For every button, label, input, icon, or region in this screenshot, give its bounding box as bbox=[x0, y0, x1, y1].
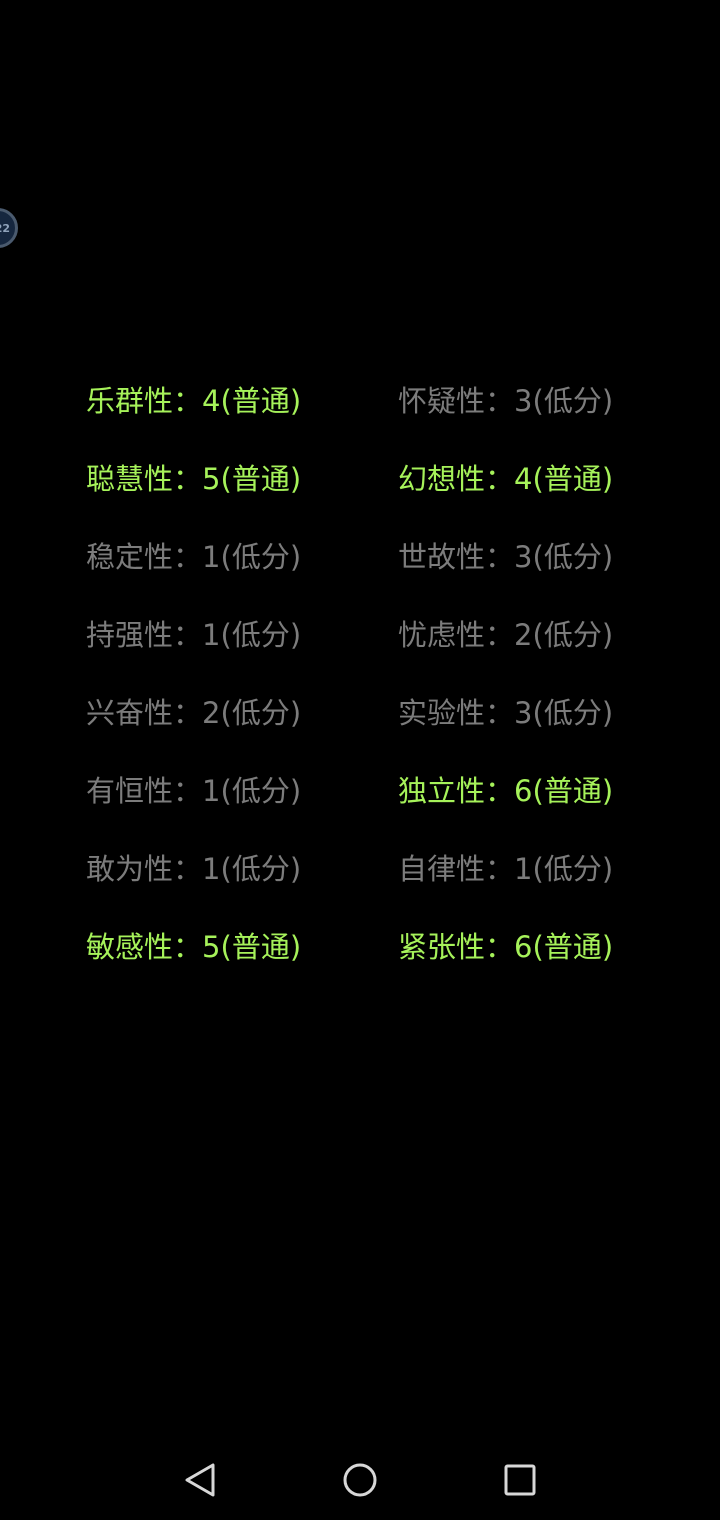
trait-score: 6 bbox=[514, 774, 533, 808]
trait-separator: ： bbox=[173, 774, 203, 808]
trait-item: 乐群性：4(普通) bbox=[86, 384, 302, 418]
trait-name: 聪慧性 bbox=[86, 462, 174, 496]
trait-item: 自律性：1(低分) bbox=[398, 852, 614, 886]
trait-score: 3 bbox=[514, 696, 533, 730]
trait-name: 实验性 bbox=[398, 696, 486, 730]
trait-item: 聪慧性：5(普通) bbox=[86, 462, 302, 496]
trait-item: 幻想性：4(普通) bbox=[398, 462, 614, 496]
back-icon bbox=[185, 1463, 215, 1497]
trait-separator: ： bbox=[173, 540, 203, 574]
trait-separator: ： bbox=[485, 540, 515, 574]
trait-name: 独立性 bbox=[398, 774, 486, 808]
trait-separator: ： bbox=[173, 852, 203, 886]
trait-separator: ： bbox=[173, 696, 203, 730]
trait-item: 怀疑性：3(低分) bbox=[398, 384, 614, 418]
trait-separator: ： bbox=[485, 930, 515, 964]
trait-score: 3 bbox=[514, 540, 533, 574]
floating-bubble[interactable]: 22 bbox=[0, 208, 18, 248]
trait-level: 普通 bbox=[543, 930, 602, 964]
trait-score: 5 bbox=[202, 930, 221, 964]
trait-separator: ： bbox=[173, 384, 203, 418]
trait-item: 敢为性：1(低分) bbox=[86, 852, 302, 886]
trait-score: 1 bbox=[202, 540, 221, 574]
trait-name: 敏感性 bbox=[86, 930, 174, 964]
back-button[interactable] bbox=[180, 1460, 220, 1500]
trait-score: 5 bbox=[202, 462, 221, 496]
trait-name: 稳定性 bbox=[86, 540, 174, 574]
trait-item: 独立性：6(普通) bbox=[398, 774, 614, 808]
trait-separator: ： bbox=[485, 384, 515, 418]
trait-name: 兴奋性 bbox=[86, 696, 174, 730]
trait-level: 低分 bbox=[543, 618, 602, 652]
trait-level: 低分 bbox=[543, 384, 602, 418]
trait-level: 低分 bbox=[231, 852, 290, 886]
trait-score: 1 bbox=[202, 852, 221, 886]
system-navigation-bar bbox=[0, 1440, 720, 1520]
home-icon bbox=[343, 1463, 377, 1497]
trait-item: 忧虑性：2(低分) bbox=[398, 618, 614, 652]
trait-level: 低分 bbox=[231, 618, 290, 652]
trait-item: 紧张性：6(普通) bbox=[398, 930, 614, 964]
trait-score: 3 bbox=[514, 384, 533, 418]
trait-score: 2 bbox=[202, 696, 221, 730]
trait-item: 稳定性：1(低分) bbox=[86, 540, 302, 574]
trait-item: 敏感性：5(普通) bbox=[86, 930, 302, 964]
trait-separator: ： bbox=[173, 930, 203, 964]
bubble-label: 22 bbox=[0, 221, 10, 235]
trait-score: 1 bbox=[202, 774, 221, 808]
trait-score: 4 bbox=[202, 384, 221, 418]
trait-item: 实验性：3(低分) bbox=[398, 696, 614, 730]
trait-separator: ： bbox=[173, 618, 203, 652]
trait-name: 忧虑性 bbox=[398, 618, 486, 652]
trait-item: 兴奋性：2(低分) bbox=[86, 696, 302, 730]
trait-separator: ： bbox=[173, 462, 203, 496]
trait-name: 幻想性 bbox=[398, 462, 486, 496]
trait-name: 自律性 bbox=[398, 852, 486, 886]
trait-level: 普通 bbox=[231, 384, 290, 418]
trait-separator: ： bbox=[485, 774, 515, 808]
trait-score: 4 bbox=[514, 462, 533, 496]
trait-name: 怀疑性 bbox=[398, 384, 486, 418]
trait-score: 6 bbox=[514, 930, 533, 964]
trait-name: 敢为性 bbox=[86, 852, 174, 886]
trait-separator: ： bbox=[485, 618, 515, 652]
trait-name: 乐群性 bbox=[86, 384, 174, 418]
trait-item: 世故性：3(低分) bbox=[398, 540, 614, 574]
trait-name: 有恒性 bbox=[86, 774, 174, 808]
trait-level: 低分 bbox=[543, 852, 602, 886]
trait-score: 1 bbox=[202, 618, 221, 652]
trait-score: 1 bbox=[514, 852, 533, 886]
trait-level: 低分 bbox=[231, 540, 290, 574]
trait-level: 低分 bbox=[543, 696, 602, 730]
trait-level: 普通 bbox=[543, 774, 602, 808]
trait-item: 有恒性：1(低分) bbox=[86, 774, 302, 808]
trait-level: 低分 bbox=[231, 696, 290, 730]
trait-separator: ： bbox=[485, 696, 515, 730]
home-button[interactable] bbox=[340, 1460, 380, 1500]
trait-level: 普通 bbox=[231, 930, 290, 964]
trait-separator: ： bbox=[485, 852, 515, 886]
trait-score: 2 bbox=[514, 618, 533, 652]
trait-level: 普通 bbox=[543, 462, 602, 496]
trait-separator: ： bbox=[485, 462, 515, 496]
trait-level: 低分 bbox=[231, 774, 290, 808]
trait-name: 世故性 bbox=[398, 540, 486, 574]
screen: 22 乐群性：4(普通)怀疑性：3(低分)聪慧性：5(普通)幻想性：4(普通)稳… bbox=[0, 0, 720, 1520]
trait-item: 持强性：1(低分) bbox=[86, 618, 302, 652]
recents-button[interactable] bbox=[500, 1460, 540, 1500]
trait-results-grid: 乐群性：4(普通) 怀疑性：3(低分) 聪慧性：5(普通) 幻想性：4(普通) 稳定性：… bbox=[86, 362, 646, 986]
trait-level: 低分 bbox=[543, 540, 602, 574]
trait-name: 紧张性 bbox=[398, 930, 486, 964]
recents-icon bbox=[504, 1464, 536, 1496]
trait-name: 持强性 bbox=[86, 618, 174, 652]
trait-level: 普通 bbox=[231, 462, 290, 496]
